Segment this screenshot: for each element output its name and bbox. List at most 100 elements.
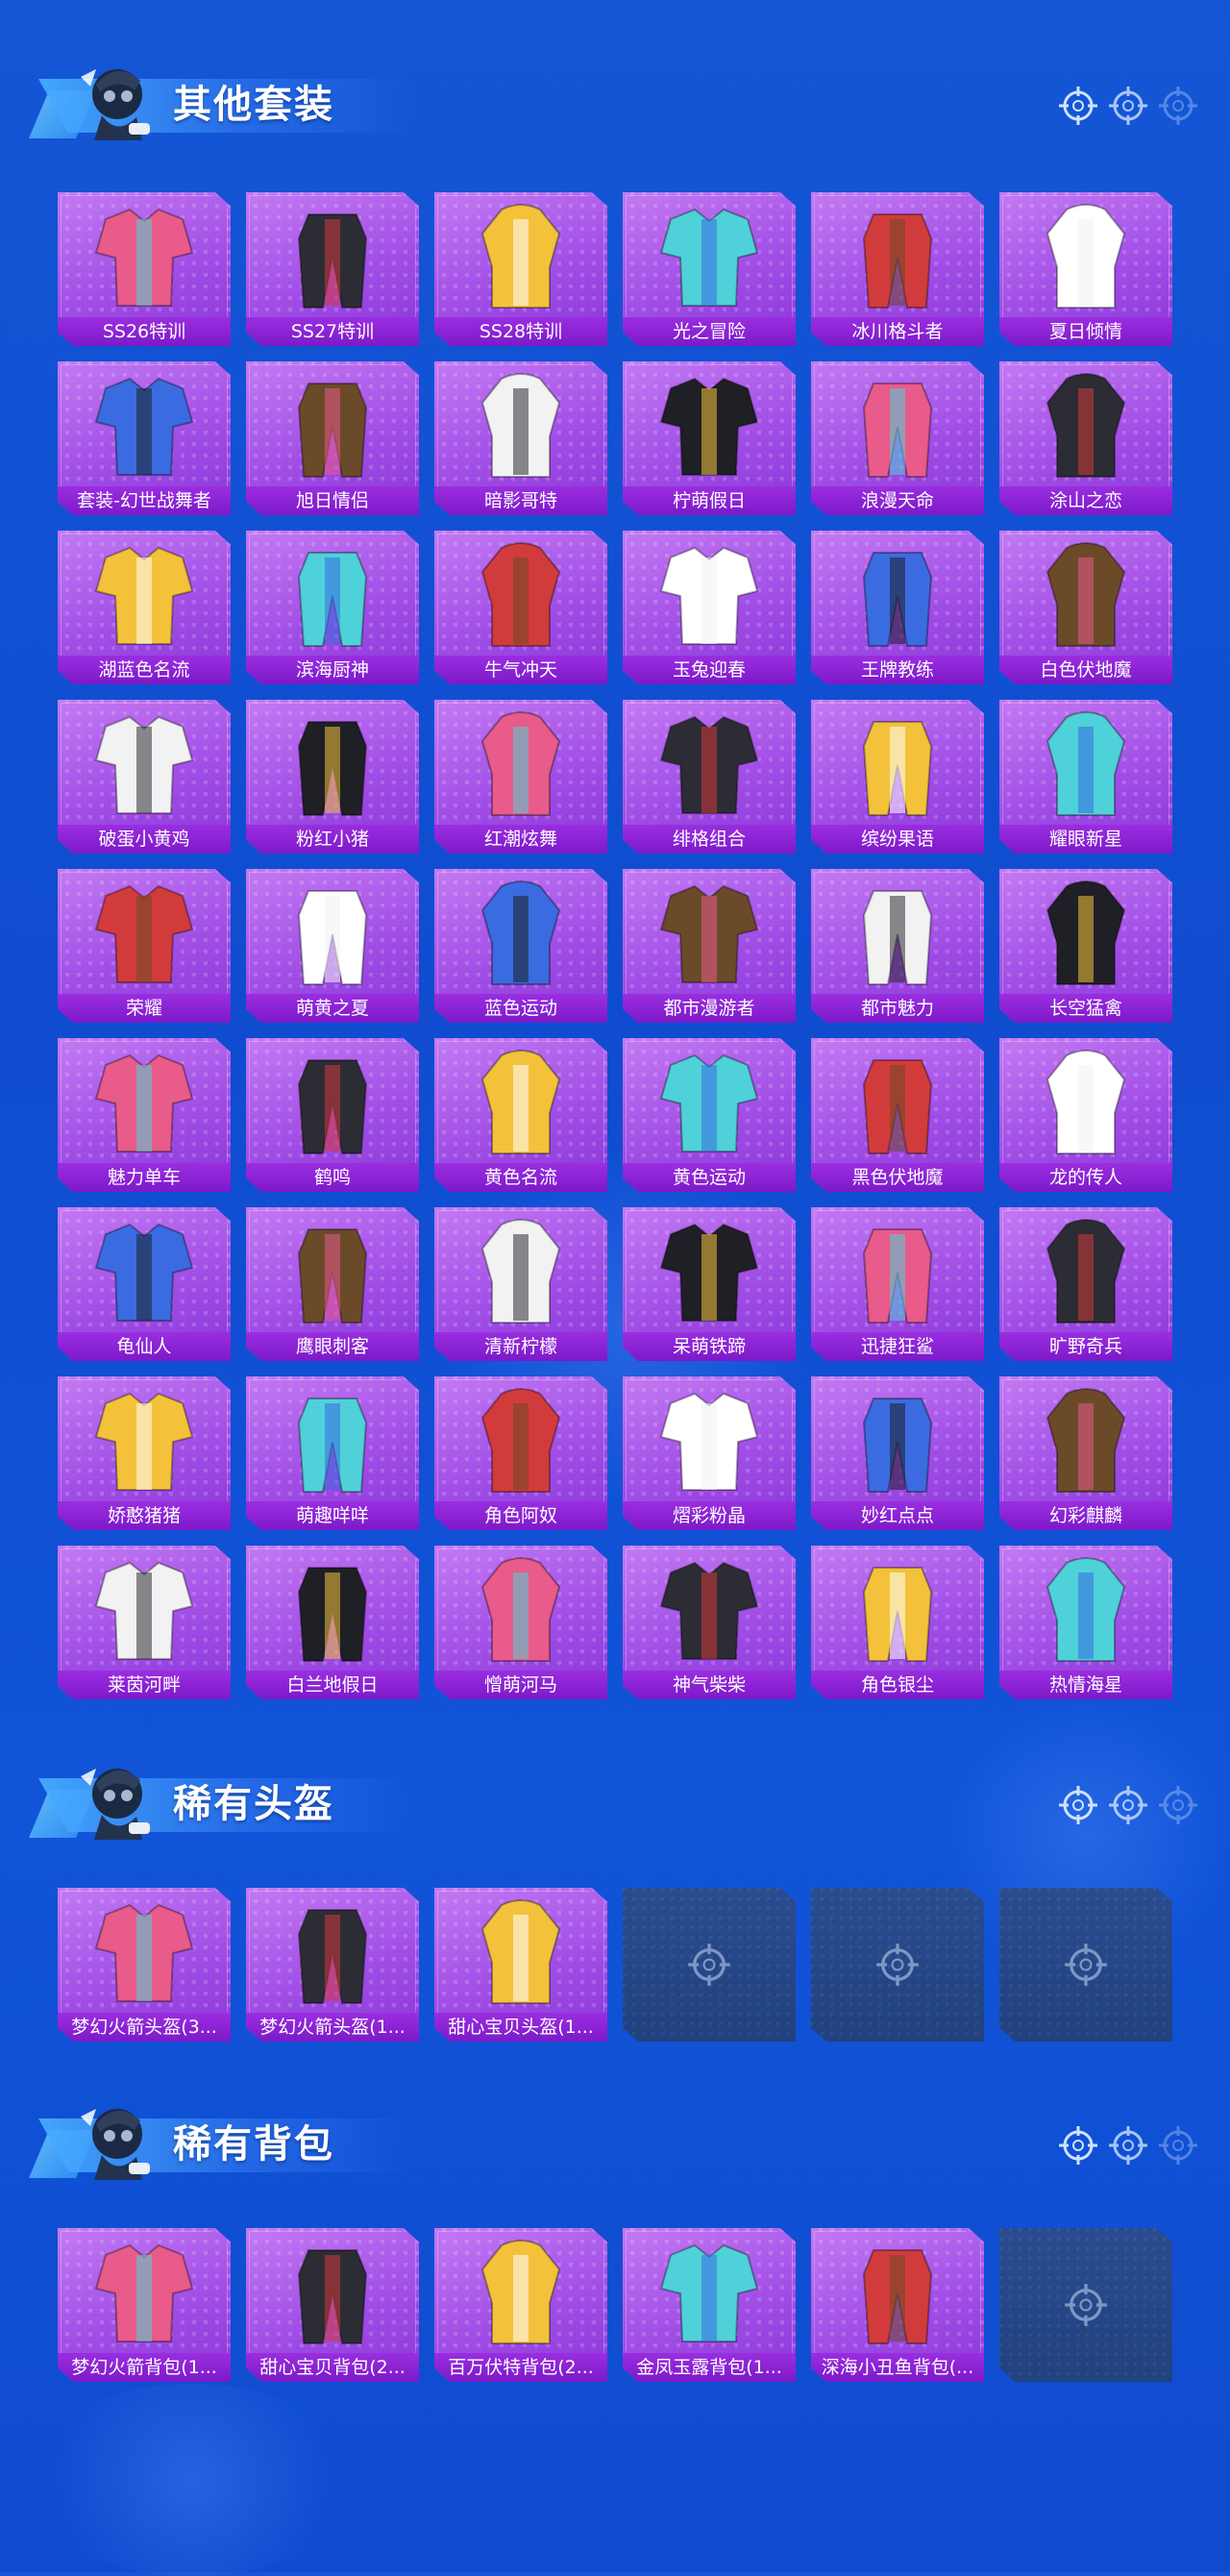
outfit-name: 黄色名流 bbox=[434, 1163, 607, 1192]
outfit-name: 滨海厨神 bbox=[246, 656, 419, 684]
outfit-item[interactable]: 套装-幻世战舞者 bbox=[58, 361, 231, 515]
reticle-group bbox=[1057, 2124, 1201, 2172]
outfit-item[interactable]: 夏日倾情 bbox=[999, 192, 1172, 346]
outfit-item[interactable]: 龟仙人 bbox=[58, 1207, 231, 1361]
outfit-item[interactable]: 缤纷果语 bbox=[811, 700, 984, 854]
outfit-item[interactable]: 冰川格斗者 bbox=[811, 192, 984, 346]
backpack-item[interactable]: 深海小丑鱼背包(... bbox=[811, 2228, 984, 2382]
outfit-item[interactable]: 蓝色运动 bbox=[434, 869, 607, 1023]
helmet-name: 梦幻火箭头盔(3... bbox=[58, 2013, 231, 2042]
helmet-item[interactable]: 梦幻火箭头盔(1... bbox=[246, 1888, 419, 2042]
outfit-name: 幻彩麒麟 bbox=[999, 1501, 1172, 1530]
backpack-thumbnail bbox=[94, 2243, 194, 2342]
outfit-item[interactable]: 耀眼新星 bbox=[999, 700, 1172, 854]
section-backpacks: 稀有背包 梦幻火箭背包(1... 甜心宝贝背包(2... 百万伏特背包(2... 金凤… bbox=[0, 2088, 1230, 2395]
outfit-item[interactable]: 湖蓝色名流 bbox=[58, 531, 231, 684]
outfit-item[interactable]: 角色阿奴 bbox=[434, 1376, 607, 1530]
backpack-item[interactable]: 甜心宝贝背包(2... bbox=[246, 2228, 419, 2382]
outfit-item[interactable]: 粉红小猪 bbox=[246, 700, 419, 854]
outfit-item[interactable]: 白色伏地魔 bbox=[999, 531, 1172, 684]
outfit-item[interactable]: 萌黄之夏 bbox=[246, 869, 419, 1023]
outfit-name: 旷野奇兵 bbox=[999, 1332, 1172, 1361]
crosshair-icon bbox=[688, 1944, 730, 1986]
outfit-item[interactable]: 荣耀 bbox=[58, 869, 231, 1023]
outfit-thumbnail bbox=[1046, 542, 1126, 647]
outfit-item[interactable]: 旷野奇兵 bbox=[999, 1207, 1172, 1361]
avatar-icon bbox=[81, 69, 150, 140]
outfit-thumbnail bbox=[1046, 880, 1126, 985]
outfit-thumbnail bbox=[659, 1392, 759, 1491]
helmet-item[interactable]: 梦幻火箭头盔(3... bbox=[58, 1888, 231, 2042]
outfit-item[interactable]: 熠彩粉晶 bbox=[623, 1376, 796, 1530]
outfit-item[interactable]: 憎萌河马 bbox=[434, 1546, 607, 1699]
outfit-thumbnail bbox=[480, 880, 561, 985]
outfit-name: 柠萌假日 bbox=[623, 486, 796, 515]
outfit-thumbnail bbox=[297, 1228, 368, 1324]
outfit-thumbnail bbox=[297, 721, 368, 816]
backpack-item[interactable]: 梦幻火箭背包(1... bbox=[58, 2228, 231, 2382]
outfit-item[interactable]: 都市魅力 bbox=[811, 869, 984, 1023]
backpack-name: 金凤玉露背包(1... bbox=[623, 2353, 796, 2382]
outfit-thumbnail bbox=[659, 715, 759, 814]
outfit-thumbnail bbox=[297, 213, 368, 309]
outfit-item[interactable]: 暗影哥特 bbox=[434, 361, 607, 515]
outfit-item[interactable]: 幻彩麒麟 bbox=[999, 1376, 1172, 1530]
outfit-item[interactable]: 浪漫天命 bbox=[811, 361, 984, 515]
outfit-item[interactable]: 白兰地假日 bbox=[246, 1546, 419, 1699]
outfit-item[interactable]: 破蛋小黄鸡 bbox=[58, 700, 231, 854]
outfit-item[interactable]: 黑色伏地魔 bbox=[811, 1038, 984, 1192]
outfit-thumbnail bbox=[480, 373, 561, 478]
outfit-name: SS28特训 bbox=[434, 317, 607, 346]
backpack-item[interactable]: 百万伏特背包(2... bbox=[434, 2228, 607, 2382]
outfit-name: 龟仙人 bbox=[58, 1332, 231, 1361]
backpack-thumbnail bbox=[480, 2240, 561, 2344]
outfit-item[interactable]: 绯格组合 bbox=[623, 700, 796, 854]
outfit-item[interactable]: 光之冒险 bbox=[623, 192, 796, 346]
backpack-item[interactable]: 金凤玉露背包(1... bbox=[623, 2228, 796, 2382]
helmet-item[interactable]: 甜心宝贝头盔(1... bbox=[434, 1888, 607, 2042]
helmet-empty-slot bbox=[811, 1888, 984, 2042]
outfit-name: 鹤鸣 bbox=[246, 1163, 419, 1192]
outfit-item[interactable]: 黄色名流 bbox=[434, 1038, 607, 1192]
outfit-item[interactable]: 神气柴柴 bbox=[623, 1546, 796, 1699]
outfit-item[interactable]: 旭日情侣 bbox=[246, 361, 419, 515]
outfit-item[interactable]: 萌趣咩咩 bbox=[246, 1376, 419, 1530]
helmet-name: 甜心宝贝头盔(1... bbox=[434, 2013, 607, 2042]
outfit-thumbnail bbox=[862, 383, 933, 478]
outfit-item[interactable]: SS26特训 bbox=[58, 192, 231, 346]
outfit-name: 绯格组合 bbox=[623, 825, 796, 854]
outfit-item[interactable]: 王牌教练 bbox=[811, 531, 984, 684]
outfit-thumbnail bbox=[659, 884, 759, 983]
outfit-item[interactable]: 玉兔迎春 bbox=[623, 531, 796, 684]
outfit-item[interactable]: SS28特训 bbox=[434, 192, 607, 346]
avatar-icon bbox=[81, 1769, 150, 1840]
outfit-item[interactable]: SS27特训 bbox=[246, 192, 419, 346]
outfit-item[interactable]: 柠萌假日 bbox=[623, 361, 796, 515]
outfit-item[interactable]: 都市漫游者 bbox=[623, 869, 796, 1023]
crosshair-icon bbox=[1065, 2284, 1107, 2326]
outfit-item[interactable]: 莱茵河畔 bbox=[58, 1546, 231, 1699]
outfit-item[interactable]: 热情海星 bbox=[999, 1546, 1172, 1699]
outfit-item[interactable]: 涂山之恋 bbox=[999, 361, 1172, 515]
outfit-item[interactable]: 呆萌铁蹄 bbox=[623, 1207, 796, 1361]
outfit-item[interactable]: 红潮炫舞 bbox=[434, 700, 607, 854]
outfit-item[interactable]: 鹤鸣 bbox=[246, 1038, 419, 1192]
outfit-item[interactable]: 龙的传人 bbox=[999, 1038, 1172, 1192]
outfit-item[interactable]: 清新柠檬 bbox=[434, 1207, 607, 1361]
outfit-item[interactable]: 黄色运动 bbox=[623, 1038, 796, 1192]
outfit-thumbnail bbox=[1046, 1388, 1126, 1493]
outfit-item[interactable]: 鹰眼刺客 bbox=[246, 1207, 419, 1361]
outfit-item[interactable]: 长空猛禽 bbox=[999, 869, 1172, 1023]
outfit-item[interactable]: 牛气冲天 bbox=[434, 531, 607, 684]
outfit-name: 娇憨猪猪 bbox=[58, 1501, 231, 1530]
outfit-name: 鹰眼刺客 bbox=[246, 1332, 419, 1361]
backpack-thumbnail bbox=[659, 2243, 759, 2342]
outfit-item[interactable]: 迅捷狂鲨 bbox=[811, 1207, 984, 1361]
crosshair-icon bbox=[1109, 2126, 1147, 2165]
outfit-item[interactable]: 角色银尘 bbox=[811, 1546, 984, 1699]
outfit-item[interactable]: 娇憨猪猪 bbox=[58, 1376, 231, 1530]
outfit-item[interactable]: 滨海厨神 bbox=[246, 531, 419, 684]
outfit-item[interactable]: 魅力单车 bbox=[58, 1038, 231, 1192]
outfit-item[interactable]: 妙红点点 bbox=[811, 1376, 984, 1530]
outfit-name: 都市魅力 bbox=[811, 994, 984, 1023]
